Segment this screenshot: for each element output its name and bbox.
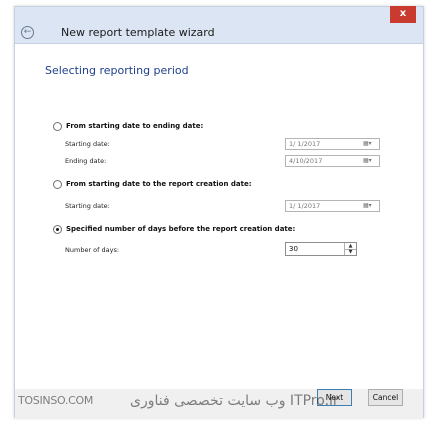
radio-start-to-creation[interactable] [53,180,62,189]
starting-date-value-2: 1/ 1/2017 [289,202,321,210]
radio-start-to-end-label: From starting date to ending date: [66,122,204,130]
ending-date-value: 4/10/2017 [289,157,323,165]
wizard-content: Selecting reporting period From starting… [15,43,423,390]
radio-start-to-end[interactable] [53,122,62,131]
spin-down-icon[interactable]: ▼ [344,249,356,255]
starting-date-field[interactable]: 1/ 1/2017 ▦▾ [285,138,380,150]
number-of-days-label: Number of days: [65,246,120,254]
starting-date-label-2: Starting date: [65,202,110,210]
cancel-button[interactable]: Cancel [368,389,403,406]
next-button[interactable]: Next [317,389,352,406]
title-bar: ← New report template wizard x [15,6,423,43]
window-title: New report template wizard [61,26,215,39]
button-bar: Next Cancel [15,389,423,418]
ending-date-field[interactable]: 4/10/2017 ▦▾ [285,155,380,167]
ending-date-label: Ending date: [65,157,107,165]
page-heading: Selecting reporting period [45,64,189,77]
wizard-window: ← New report template wizard x Selecting… [14,6,424,418]
number-of-days-value: 30 [289,245,298,253]
calendar-dropdown-icon[interactable]: ▦▾ [363,140,376,148]
starting-date-field-2[interactable]: 1/ 1/2017 ▦▾ [285,200,380,212]
back-arrow-icon[interactable]: ← [21,26,34,39]
number-of-days-stepper[interactable]: 30 ▲ ▼ [285,242,357,256]
starting-date-label: Starting date: [65,140,110,148]
radio-days-before-creation-label: Specified number of days before the repo… [66,225,296,233]
close-button[interactable]: x [390,6,416,23]
calendar-dropdown-icon[interactable]: ▦▾ [363,157,376,165]
starting-date-value: 1/ 1/2017 [289,140,321,148]
calendar-dropdown-icon[interactable]: ▦▾ [363,202,376,210]
radio-days-before-creation[interactable] [53,225,62,234]
radio-start-to-creation-label: From starting date to the report creatio… [66,180,252,188]
